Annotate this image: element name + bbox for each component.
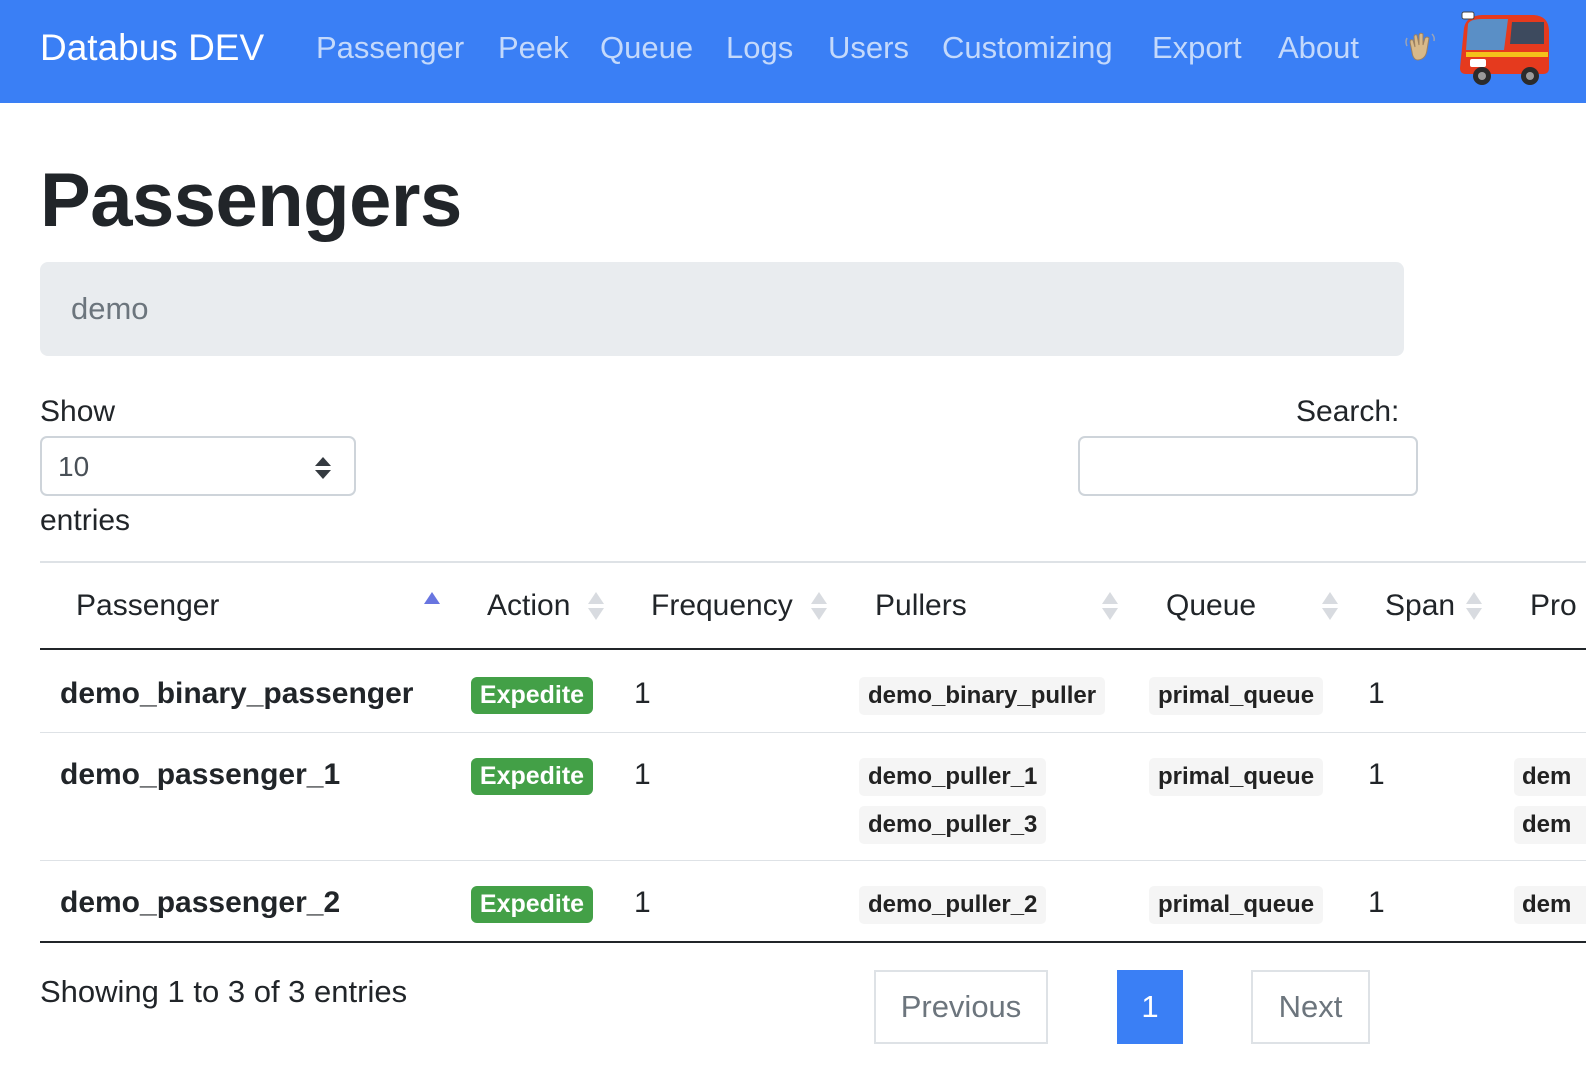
row-divider xyxy=(40,732,1586,733)
sort-both-icon[interactable] xyxy=(1466,590,1482,622)
page-title: Passengers xyxy=(40,158,462,243)
nav-link-logs[interactable]: Logs xyxy=(726,28,793,68)
entries-per-page-value: 10 xyxy=(58,451,90,482)
search-input[interactable] xyxy=(1078,436,1418,496)
queue-chip: primal_queue xyxy=(1149,677,1324,715)
nav-link-export[interactable]: Export xyxy=(1152,28,1242,68)
next-page-button[interactable]: Next xyxy=(1251,970,1370,1044)
nav-link-queue[interactable]: Queue xyxy=(600,28,693,68)
column-header-queue[interactable]: Queue xyxy=(1166,586,1256,626)
passenger-name: demo_binary_passenger xyxy=(60,677,414,710)
frequency-value: 1 xyxy=(634,886,651,919)
span-value: 1 xyxy=(1368,886,1385,919)
queue-chip: primal_queue xyxy=(1149,758,1324,796)
sort-both-icon[interactable] xyxy=(588,590,604,622)
puller-chip: demo_binary_puller xyxy=(859,677,1106,715)
span-value: 1 xyxy=(1368,758,1385,791)
queue-chip: primal_queue xyxy=(1149,886,1324,924)
table-bottom-border xyxy=(40,941,1586,943)
nav-link-passenger[interactable]: Passenger xyxy=(316,28,464,68)
entries-per-page-select[interactable]: 10 xyxy=(40,436,356,496)
puller-chip: demo_puller_2 xyxy=(859,886,1047,924)
action-badge: Expedite xyxy=(471,677,593,714)
banner-text: demo xyxy=(71,291,149,326)
entries-label: entries xyxy=(40,504,131,537)
pro-chip: dem xyxy=(1514,758,1586,796)
pro-chip: dem xyxy=(1514,806,1586,844)
column-header-pullers[interactable]: Pullers xyxy=(875,586,967,626)
filter-banner: demo xyxy=(40,262,1404,356)
show-label: Show xyxy=(40,395,116,428)
sort-both-icon[interactable] xyxy=(1322,590,1338,622)
page-1-button[interactable]: 1 xyxy=(1117,970,1183,1044)
nav-link-about[interactable]: About xyxy=(1278,28,1359,68)
puller-chip: demo_puller_3 xyxy=(859,806,1047,844)
action-badge: Expedite xyxy=(471,758,593,795)
nav-link-users[interactable]: Users xyxy=(828,28,909,68)
sort-ascending-icon[interactable] xyxy=(424,590,440,622)
select-arrows-icon xyxy=(315,457,331,479)
sort-both-icon[interactable] xyxy=(1102,590,1118,622)
frequency-value: 1 xyxy=(634,758,651,791)
brand-link[interactable]: Databus DEV xyxy=(40,26,264,70)
passenger-name: demo_passenger_2 xyxy=(60,886,341,919)
span-value: 1 xyxy=(1368,677,1385,710)
row-divider xyxy=(40,860,1586,861)
table-info: Showing 1 to 3 of 3 entries xyxy=(40,974,408,1009)
previous-page-button[interactable]: Previous xyxy=(874,970,1048,1044)
table-top-border xyxy=(40,561,1586,563)
sort-both-icon[interactable] xyxy=(811,590,827,622)
nav-link-customizing[interactable]: Customizing xyxy=(942,28,1113,68)
action-badge: Expedite xyxy=(471,886,593,923)
column-header-action[interactable]: Action xyxy=(487,586,570,626)
top-navbar: Databus DEV Passenger Peek Queue Logs Us… xyxy=(0,0,1586,103)
pro-chip: dem xyxy=(1514,886,1586,924)
column-header-frequency[interactable]: Frequency xyxy=(651,586,793,626)
column-header-span[interactable]: Span xyxy=(1385,586,1455,626)
waving-hand-icon[interactable] xyxy=(1404,30,1438,64)
search-label: Search: xyxy=(1296,395,1400,428)
column-header-passenger[interactable]: Passenger xyxy=(76,586,219,626)
passenger-name: demo_passenger_1 xyxy=(60,758,341,791)
table-header-border xyxy=(40,648,1586,650)
column-header-pro[interactable]: Pro xyxy=(1530,586,1577,626)
bus-logo[interactable] xyxy=(1452,10,1552,88)
nav-link-peek[interactable]: Peek xyxy=(498,28,569,68)
frequency-value: 1 xyxy=(634,677,651,710)
puller-chip: demo_puller_1 xyxy=(859,758,1047,796)
